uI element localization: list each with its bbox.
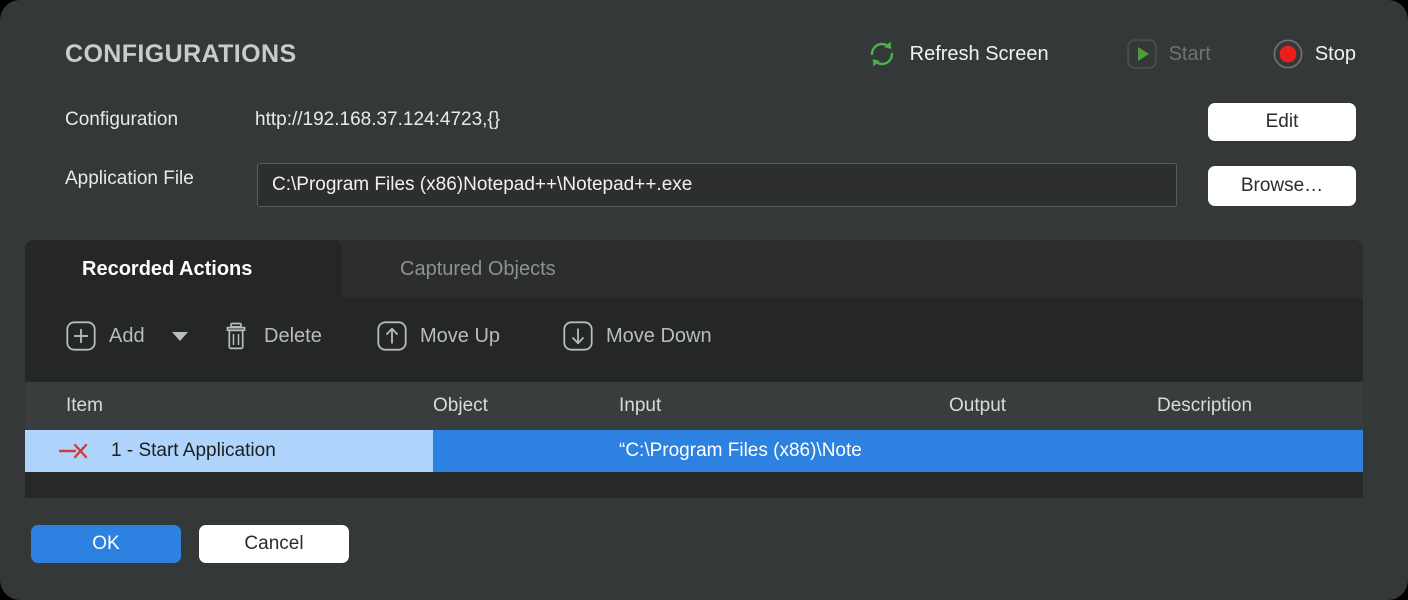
arrow-up-box-icon xyxy=(377,321,407,351)
chevron-down-icon[interactable] xyxy=(171,331,188,341)
ok-button[interactable]: OK xyxy=(31,525,181,563)
configurations-window: CONFIGURATIONS Refresh Screen Start Stop… xyxy=(0,0,1408,600)
configuration-label: Configuration xyxy=(65,109,179,130)
configuration-form: Configuration http://192.168.37.124:4723… xyxy=(0,92,1408,232)
move-up-button[interactable]: Move Up xyxy=(377,321,500,351)
browse-button[interactable]: Browse… xyxy=(1208,166,1356,206)
record-stop-icon xyxy=(1273,39,1303,69)
actions-toolbar: Add Delete Move Up Move Down xyxy=(25,298,1363,382)
actions-panel: Recorded Actions Captured Objects Add De… xyxy=(25,240,1363,498)
delete-label: Delete xyxy=(264,324,322,347)
column-header-output: Output xyxy=(949,395,1007,416)
table-row[interactable]: 1 - Start Application “C:\Program Files … xyxy=(25,430,1363,472)
page-title: CONFIGURATIONS xyxy=(65,40,297,68)
cancel-button[interactable]: Cancel xyxy=(199,525,349,563)
refresh-screen-label: Refresh Screen xyxy=(909,42,1049,65)
edit-button[interactable]: Edit xyxy=(1208,103,1356,141)
window-header: CONFIGURATIONS Refresh Screen Start Stop xyxy=(0,0,1408,92)
table-header: Item Object Input Output Description xyxy=(25,382,1363,430)
tab-captured-objects[interactable]: Captured Objects xyxy=(342,240,642,298)
column-header-input: Input xyxy=(619,395,662,416)
configuration-value: http://192.168.37.124:4723,{} xyxy=(255,109,501,130)
plus-box-icon xyxy=(66,321,96,351)
add-label: Add xyxy=(109,324,145,347)
tab-recorded-actions[interactable]: Recorded Actions xyxy=(25,240,342,298)
column-header-object: Object xyxy=(433,395,488,416)
tab-bar: Recorded Actions Captured Objects xyxy=(25,240,1363,298)
stop-label: Stop xyxy=(1314,42,1356,65)
tab-captured-objects-label: Captured Objects xyxy=(400,257,556,280)
trash-icon xyxy=(221,321,251,351)
refresh-icon xyxy=(866,38,898,70)
column-header-description: Description xyxy=(1157,395,1253,416)
application-file-input[interactable] xyxy=(257,163,1177,207)
add-button[interactable]: Add xyxy=(66,321,188,351)
move-up-label: Move Up xyxy=(420,324,501,347)
table-empty-area xyxy=(25,472,1363,498)
table-cell-item[interactable]: 1 - Start Application xyxy=(25,430,433,472)
application-file-label: Application File xyxy=(65,168,194,189)
table-cell-input[interactable]: “C:\Program Files (x86)\Note xyxy=(619,430,862,472)
refresh-screen-button[interactable]: Refresh Screen xyxy=(866,38,1049,70)
move-down-button[interactable]: Move Down xyxy=(563,321,712,351)
arrow-down-box-icon xyxy=(563,321,593,351)
start-label: Start xyxy=(1168,42,1211,65)
move-down-label: Move Down xyxy=(606,324,712,347)
tab-recorded-actions-label: Recorded Actions xyxy=(82,257,253,280)
start-button[interactable]: Start xyxy=(1126,39,1211,69)
header-actions: Refresh Screen Start Stop xyxy=(866,38,1356,70)
table-cell-item-label: 1 - Start Application xyxy=(111,440,276,461)
play-icon xyxy=(1126,39,1157,69)
delete-button[interactable]: Delete xyxy=(221,321,322,351)
line-x-icon xyxy=(25,442,89,460)
stop-button[interactable]: Stop xyxy=(1273,39,1356,69)
column-header-item: Item xyxy=(66,395,103,416)
